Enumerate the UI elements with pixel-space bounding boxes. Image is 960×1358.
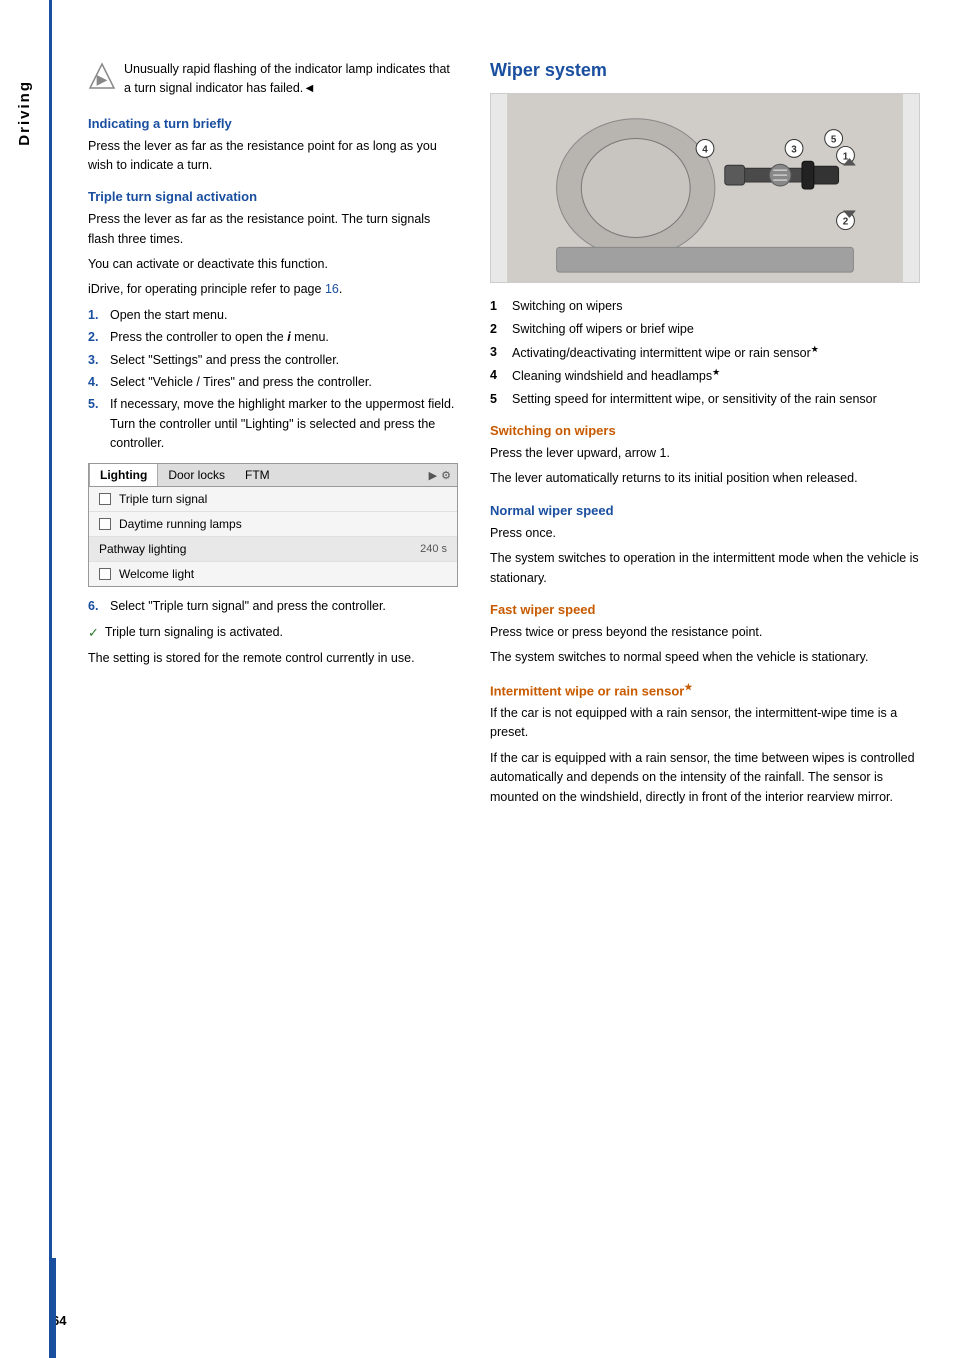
step6-area: 6. Select "Triple turn signal" and press… xyxy=(88,597,458,668)
triple-text1: Press the lever as far as the resistance… xyxy=(88,210,458,249)
wiper-items-list: 1 Switching on wipers 2 Switching off wi… xyxy=(490,297,920,409)
step-6: 6. Select "Triple turn signal" and press… xyxy=(88,597,458,616)
intermittent-text2: If the car is equipped with a rain senso… xyxy=(490,749,920,807)
idrive-tab-ftm: FTM xyxy=(235,464,280,486)
idrive-label-daytime: Daytime running lamps xyxy=(119,517,447,531)
indicating-text: Press the lever as far as the resistance… xyxy=(88,137,458,176)
left-column: ▶ Unusually rapid flashing of the indica… xyxy=(88,60,458,1318)
page-container: Driving ▶ Unusually rapid flashing of th… xyxy=(0,0,960,1358)
idrive-row-daytime: Daytime running lamps xyxy=(89,512,457,537)
page-link[interactable]: 16 xyxy=(325,282,339,296)
checkmark-icon: ✓ xyxy=(88,625,99,641)
idrive-row-pathway: Pathway lighting 240 s xyxy=(89,537,457,562)
idrive-label-pathway: Pathway lighting xyxy=(99,542,420,556)
sidebar: Driving xyxy=(0,0,52,1358)
main-content: ▶ Unusually rapid flashing of the indica… xyxy=(52,0,960,1358)
step-4: 4. Select "Vehicle / Tires" and press th… xyxy=(88,373,458,392)
svg-text:3: 3 xyxy=(791,144,797,155)
wiper-heading: Wiper system xyxy=(490,60,920,81)
idrive-tab-icons: ▶ ⚙ xyxy=(429,469,457,482)
checkmark-line: ✓ Triple turn signaling is activated. xyxy=(88,625,458,641)
idrive-checkbox-welcome xyxy=(99,568,111,580)
closing-text: The setting is stored for the remote con… xyxy=(88,649,458,668)
right-column: Wiper system 1 xyxy=(490,60,920,1318)
idrive-checkbox-daytime xyxy=(99,518,111,530)
idrive-tab-lighting: Lighting xyxy=(89,464,158,486)
wiper-item-4: 4 Cleaning windshield and headlamps★ xyxy=(490,366,920,386)
idrive-menu: Lighting Door locks FTM ▶ ⚙ Triple turn … xyxy=(88,463,458,587)
idrive-label-triple: Triple turn signal xyxy=(119,492,447,506)
triple-heading: Triple turn signal activation xyxy=(88,189,458,204)
idrive-play-icon: ▶ xyxy=(429,469,437,482)
idrive-value-pathway: 240 s xyxy=(420,543,447,555)
step-1: 1. Open the start menu. xyxy=(88,306,458,325)
idrive-checkbox-triple xyxy=(99,493,111,505)
intermittent-heading: Intermittent wipe or rain sensor★ xyxy=(490,682,920,698)
wiper-item-1: 1 Switching on wipers xyxy=(490,297,920,316)
step6-list: 6. Select "Triple turn signal" and press… xyxy=(88,597,458,616)
fast-speed-text2: The system switches to normal speed when… xyxy=(490,648,920,667)
steps-list: 1. Open the start menu. 2. Press the con… xyxy=(88,306,458,454)
step-5: 5. If necessary, move the highlight mark… xyxy=(88,395,458,453)
idrive-tab-doorlocks: Door locks xyxy=(158,464,235,486)
svg-text:4: 4 xyxy=(702,144,708,155)
switching-on-text2: The lever automatically returns to its i… xyxy=(490,469,920,488)
normal-speed-heading: Normal wiper speed xyxy=(490,503,920,518)
wiper-item-5: 5 Setting speed for intermittent wipe, o… xyxy=(490,390,920,409)
notice-text: Unusually rapid flashing of the indicato… xyxy=(124,60,458,98)
normal-speed-text1: Press once. xyxy=(490,524,920,543)
notice-box: ▶ Unusually rapid flashing of the indica… xyxy=(88,60,458,98)
svg-text:2: 2 xyxy=(843,217,849,228)
sidebar-label: Driving xyxy=(16,80,33,146)
step-2: 2. Press the controller to open the i me… xyxy=(88,328,458,347)
idrive-row-triple: Triple turn signal xyxy=(89,487,457,512)
triple-text3: iDrive, for operating principle refer to… xyxy=(88,280,458,299)
svg-text:5: 5 xyxy=(831,134,837,145)
wiper-item-3: 3 Activating/deactivating intermittent w… xyxy=(490,343,920,363)
idrive-menu-tabs: Lighting Door locks FTM ▶ ⚙ xyxy=(89,464,457,487)
fast-speed-text1: Press twice or press beyond the resistan… xyxy=(490,623,920,642)
wiper-item-2: 2 Switching off wipers or brief wipe xyxy=(490,320,920,339)
notice-icon: ▶ xyxy=(88,62,116,90)
step-3: 3. Select "Settings" and press the contr… xyxy=(88,351,458,370)
fast-speed-heading: Fast wiper speed xyxy=(490,602,920,617)
wiper-image-container: 1 2 3 4 xyxy=(490,93,920,283)
switching-on-text1: Press the lever upward, arrow 1. xyxy=(490,444,920,463)
idrive-row-welcome: Welcome light xyxy=(89,562,457,586)
normal-speed-text2: The system switches to operation in the … xyxy=(490,549,920,588)
triple-text2: You can activate or deactivate this func… xyxy=(88,255,458,274)
svg-text:▶: ▶ xyxy=(97,71,108,87)
wiper-diagram: 1 2 3 4 xyxy=(491,94,919,282)
intermittent-text1: If the car is not equipped with a rain s… xyxy=(490,704,920,743)
switching-on-heading: Switching on wipers xyxy=(490,423,920,438)
idrive-gear-icon: ⚙ xyxy=(441,469,451,482)
indicating-heading: Indicating a turn briefly xyxy=(88,116,458,131)
blue-accent-bar xyxy=(52,1258,56,1358)
idrive-label-welcome: Welcome light xyxy=(119,567,447,581)
